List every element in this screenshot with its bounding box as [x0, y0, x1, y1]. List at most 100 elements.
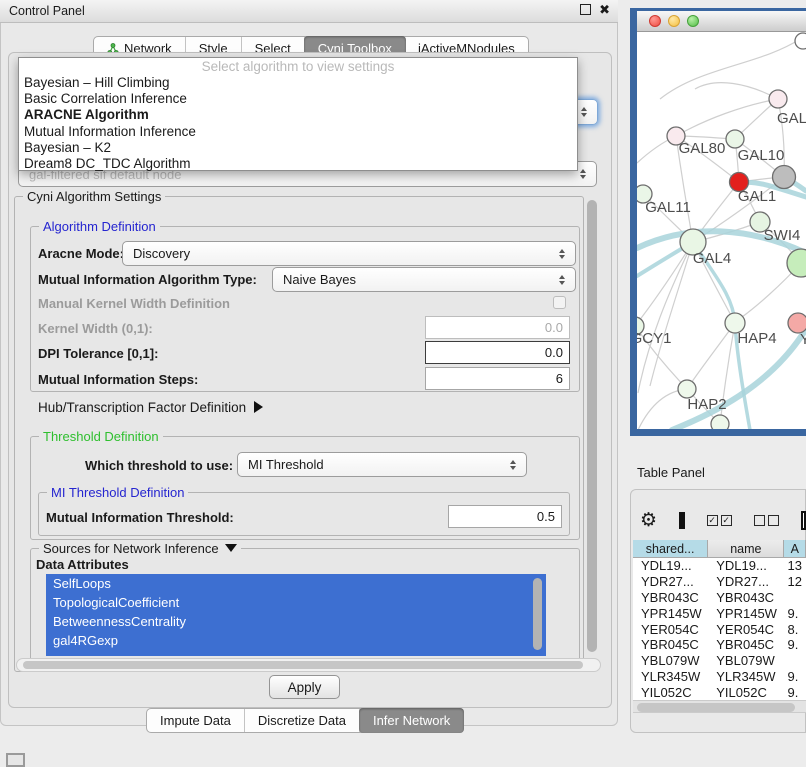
- algorithm-dropdown-item[interactable]: Mutual Information Inference: [19, 124, 577, 140]
- algorithm-dropdown-item[interactable]: Bayesian – Hill Climbing: [19, 75, 577, 91]
- node-gray[interactable]: [773, 166, 796, 189]
- node-hap2-label: HAP2: [687, 396, 726, 413]
- data-attributes-list[interactable]: SelfLoopsTopologicalCoefficientBetweenne…: [46, 574, 546, 656]
- mac-minimize-light[interactable]: [668, 15, 680, 27]
- file-icon[interactable]: [801, 511, 806, 530]
- dpi-tolerance-value: 0.0: [545, 345, 563, 360]
- mi-steps-value: 6: [556, 371, 563, 386]
- tab-label: Impute Data: [160, 713, 231, 728]
- table-row[interactable]: YDR27...YDR27...12: [633, 574, 806, 590]
- gear-icon[interactable]: ⚙: [640, 511, 657, 530]
- network-edge[interactable]: [638, 242, 693, 393]
- table-cell: YDL19...: [708, 558, 784, 573]
- table-row[interactable]: YDL19...YDL19...13: [633, 558, 806, 574]
- node-green-right[interactable]: [787, 249, 806, 277]
- sources-toggle[interactable]: Sources for Network Inference: [39, 541, 241, 556]
- table-row[interactable]: YBR045CYBR045C9.: [633, 637, 806, 653]
- table-cell: YBR043C: [708, 590, 784, 605]
- algorithm-dropdown-item[interactable]: Basic Correlation Inference: [19, 91, 577, 107]
- table-column-header[interactable]: A: [784, 540, 806, 558]
- unchecked-columns-icon[interactable]: [754, 515, 779, 526]
- node-hap4-label: HAP4: [737, 330, 776, 347]
- mi-threshold-label: Mutual Information Threshold:: [46, 510, 234, 525]
- which-threshold-combo[interactable]: MI Threshold: [237, 452, 527, 477]
- mi-threshold-field[interactable]: 0.5: [448, 505, 562, 528]
- data-attribute-item[interactable]: SelfLoops: [46, 574, 546, 593]
- cyni-bottom-tabbar: Impute Data Discretize Data Infer Network: [146, 708, 464, 733]
- aracne-mode-combo[interactable]: Discovery: [122, 241, 576, 266]
- node-gal-partial[interactable]: [769, 90, 787, 108]
- node-salmon-label: Y: [800, 331, 806, 348]
- node-gal-partial-label: GAL: [777, 110, 806, 127]
- node-gal10[interactable]: [726, 130, 744, 148]
- settings-horizontal-scrollbar[interactable]: [16, 658, 601, 672]
- node-gal4-label: GAL4: [693, 250, 731, 267]
- manual-kernel-label: Manual Kernel Width Definition: [38, 296, 230, 311]
- network-edge[interactable]: [695, 83, 778, 99]
- mi-type-combo[interactable]: Naive Bayes: [272, 267, 576, 292]
- node-bottom-partial[interactable]: [711, 415, 729, 429]
- table-row[interactable]: YER054CYER054C8.: [633, 621, 806, 637]
- table-row[interactable]: YBR043CYBR043C: [633, 590, 806, 606]
- algorithm-dropdown-item[interactable]: Bayesian – K2: [19, 140, 577, 156]
- mac-close-light[interactable]: [649, 15, 661, 27]
- algorithm-dropdown-item[interactable]: ARACNE Algorithm: [19, 107, 577, 123]
- table-row[interactable]: YLR345WYLR345W9.: [633, 669, 806, 685]
- tab-infer-network[interactable]: Infer Network: [359, 708, 464, 733]
- table-row[interactable]: YBL079WYBL079W: [633, 653, 806, 669]
- column-split-icon[interactable]: [679, 512, 685, 529]
- mi-steps-field[interactable]: 6: [425, 367, 570, 390]
- network-edge[interactable]: [676, 99, 778, 136]
- tab-impute-data[interactable]: Impute Data: [147, 709, 245, 732]
- checkbox-checked-icon: ✓: [707, 515, 718, 526]
- table-row[interactable]: YIL052CYIL052C9.: [633, 684, 806, 700]
- dpi-tolerance-field[interactable]: 0.0: [425, 341, 570, 364]
- docked-panel-icon[interactable]: [6, 753, 25, 767]
- data-attribute-item[interactable]: gal4RGexp: [46, 631, 546, 650]
- table-cell: 9.: [784, 669, 806, 684]
- network-edge[interactable]: [687, 323, 735, 389]
- which-threshold-label: Which threshold to use:: [85, 458, 233, 473]
- data-attribute-item[interactable]: TopologicalCoefficient: [46, 593, 546, 612]
- dpi-tolerance-label: DPI Tolerance [0,1]:: [38, 346, 158, 361]
- table-cell: YLR345W: [708, 669, 784, 684]
- sources-title: Sources for Network Inference: [43, 541, 219, 556]
- network-edge[interactable]: [637, 242, 693, 326]
- close-icon[interactable]: ✖: [599, 5, 610, 15]
- network-canvas[interactable]: GALGAL80GAL10GAL1GAL11SWI4GAL4GCY1HAP4YH…: [637, 32, 806, 429]
- checked-columns-icon[interactable]: ✓✓: [707, 515, 732, 526]
- table-cell: YBL079W: [633, 653, 708, 668]
- kernel-width-field[interactable]: 0.0: [425, 316, 570, 339]
- table-cell: 12: [784, 574, 806, 589]
- algorithm-dropdown-popup: Select algorithm to view settings Bayesi…: [18, 57, 578, 171]
- table-cell: 13: [784, 558, 806, 573]
- table-column-header[interactable]: name: [708, 540, 784, 558]
- table-cell: YBR043C: [633, 590, 708, 605]
- node-top-partial[interactable]: [795, 33, 806, 49]
- table-cell: YER054C: [708, 622, 784, 637]
- hub-definition-toggle[interactable]: Hub/Transcription Factor Definition: [38, 400, 263, 415]
- table-horizontal-scrollbar-thumb[interactable]: [637, 703, 795, 712]
- data-attribute-item[interactable]: BetweennessCentrality: [46, 612, 546, 631]
- mac-zoom-light[interactable]: [687, 15, 699, 27]
- apply-button[interactable]: Apply: [269, 675, 340, 699]
- table-horizontal-scrollbar[interactable]: [633, 700, 806, 713]
- algorithm-dropdown-item[interactable]: Dream8 DC_TDC Algorithm: [19, 156, 577, 172]
- table-column-header[interactable]: shared...: [633, 540, 708, 558]
- table-cell: YDR27...: [633, 574, 708, 589]
- tab-label: Discretize Data: [258, 713, 346, 728]
- float-icon[interactable]: [580, 4, 591, 15]
- manual-kernel-checkbox[interactable]: [553, 296, 566, 309]
- node-gal1-label: GAL1: [738, 188, 776, 205]
- mi-threshold-definition-title: MI Threshold Definition: [47, 485, 188, 500]
- attributes-list-scrollbar[interactable]: [533, 578, 542, 650]
- table-row[interactable]: YPR145WYPR145W9.: [633, 605, 806, 621]
- tab-discretize-data[interactable]: Discretize Data: [245, 709, 360, 732]
- network-window-titlebar[interactable]: [637, 11, 806, 32]
- table-cell: YBR045C: [633, 637, 708, 652]
- node-salmon[interactable]: [788, 313, 806, 333]
- settings-horizontal-scrollbar-thumb[interactable]: [23, 661, 583, 669]
- settings-vertical-scrollbar[interactable]: [587, 200, 597, 652]
- node-gal10-label: GAL10: [738, 147, 785, 164]
- mi-threshold-value: 0.5: [537, 509, 555, 524]
